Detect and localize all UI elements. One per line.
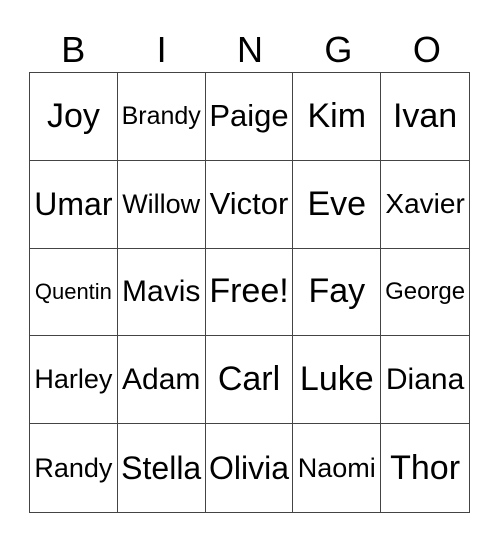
cell-label: Brandy bbox=[121, 101, 201, 130]
bingo-cell[interactable]: Joy bbox=[30, 73, 118, 161]
header-letter-b: B bbox=[61, 29, 86, 70]
cell-label: Xavier bbox=[385, 188, 465, 220]
cell-label: Stella bbox=[121, 449, 202, 486]
bingo-cell[interactable]: Fay bbox=[293, 248, 382, 337]
bingo-header: B I N G O bbox=[29, 28, 471, 72]
bingo-cell[interactable]: Willow bbox=[117, 160, 206, 249]
bingo-cell[interactable]: Luke bbox=[293, 336, 382, 425]
cell-label: Ivan bbox=[392, 96, 458, 135]
cell-label: Victor bbox=[209, 186, 289, 222]
bingo-cell[interactable]: Quentin bbox=[30, 248, 118, 337]
cell-label: Adam bbox=[122, 362, 201, 396]
bingo-cell[interactable]: Carl bbox=[205, 336, 294, 425]
bingo-cell[interactable]: Randy bbox=[30, 424, 118, 512]
cell-label: Harley bbox=[34, 364, 113, 395]
header-letter-i: I bbox=[156, 29, 167, 70]
cell-label: Luke bbox=[299, 360, 374, 399]
cell-label: Free! bbox=[209, 272, 289, 311]
header-letter-o: O bbox=[412, 29, 441, 70]
cell-label: Eve bbox=[307, 184, 367, 223]
bingo-cell[interactable]: Olivia bbox=[206, 424, 294, 512]
bingo-cell[interactable]: Adam bbox=[117, 336, 206, 425]
cell-label: Fay bbox=[308, 272, 366, 311]
cell-label: Paige bbox=[209, 98, 289, 134]
bingo-cell[interactable]: Umar bbox=[30, 160, 118, 249]
bingo-cell[interactable]: Xavier bbox=[381, 161, 469, 249]
cell-label: Diana bbox=[385, 362, 465, 396]
bingo-cell[interactable]: Harley bbox=[30, 336, 118, 425]
bingo-cell[interactable]: Diana bbox=[381, 336, 469, 425]
bingo-cell[interactable]: Victor bbox=[205, 160, 294, 249]
bingo-cell[interactable]: Stella bbox=[118, 424, 206, 512]
cell-label: Thor bbox=[390, 448, 461, 487]
bingo-cell[interactable]: Free! bbox=[205, 248, 294, 337]
cell-label: Kim bbox=[307, 96, 367, 135]
cell-label: Mavis bbox=[122, 274, 201, 308]
cell-label: Umar bbox=[34, 185, 113, 222]
cell-label: Willow bbox=[122, 188, 201, 219]
bingo-cell[interactable]: Eve bbox=[293, 160, 382, 249]
header-letter-g: G bbox=[324, 29, 353, 70]
bingo-grid: Joy Brandy Paige Kim Ivan Umar Willow Victor Eve… bbox=[29, 72, 470, 513]
cell-label: Randy bbox=[34, 452, 113, 483]
header-letter-n: N bbox=[237, 29, 264, 70]
cell-label: Quentin bbox=[34, 278, 112, 304]
cell-label: Naomi bbox=[297, 452, 376, 483]
bingo-cell[interactable]: Naomi bbox=[293, 424, 382, 512]
bingo-cell[interactable]: Brandy bbox=[117, 73, 206, 161]
cell-label: Carl bbox=[217, 360, 281, 399]
bingo-cell[interactable]: Ivan bbox=[381, 73, 469, 161]
bingo-cell[interactable]: Mavis bbox=[117, 248, 206, 337]
bingo-cell[interactable]: Thor bbox=[381, 424, 469, 512]
bingo-cell[interactable]: Kim bbox=[293, 73, 382, 161]
cell-label: Joy bbox=[46, 96, 100, 135]
bingo-cell[interactable]: Paige bbox=[205, 73, 294, 161]
bingo-cell[interactable]: George bbox=[381, 249, 469, 337]
cell-label: George bbox=[385, 277, 466, 305]
cell-label: Olivia bbox=[208, 449, 289, 486]
